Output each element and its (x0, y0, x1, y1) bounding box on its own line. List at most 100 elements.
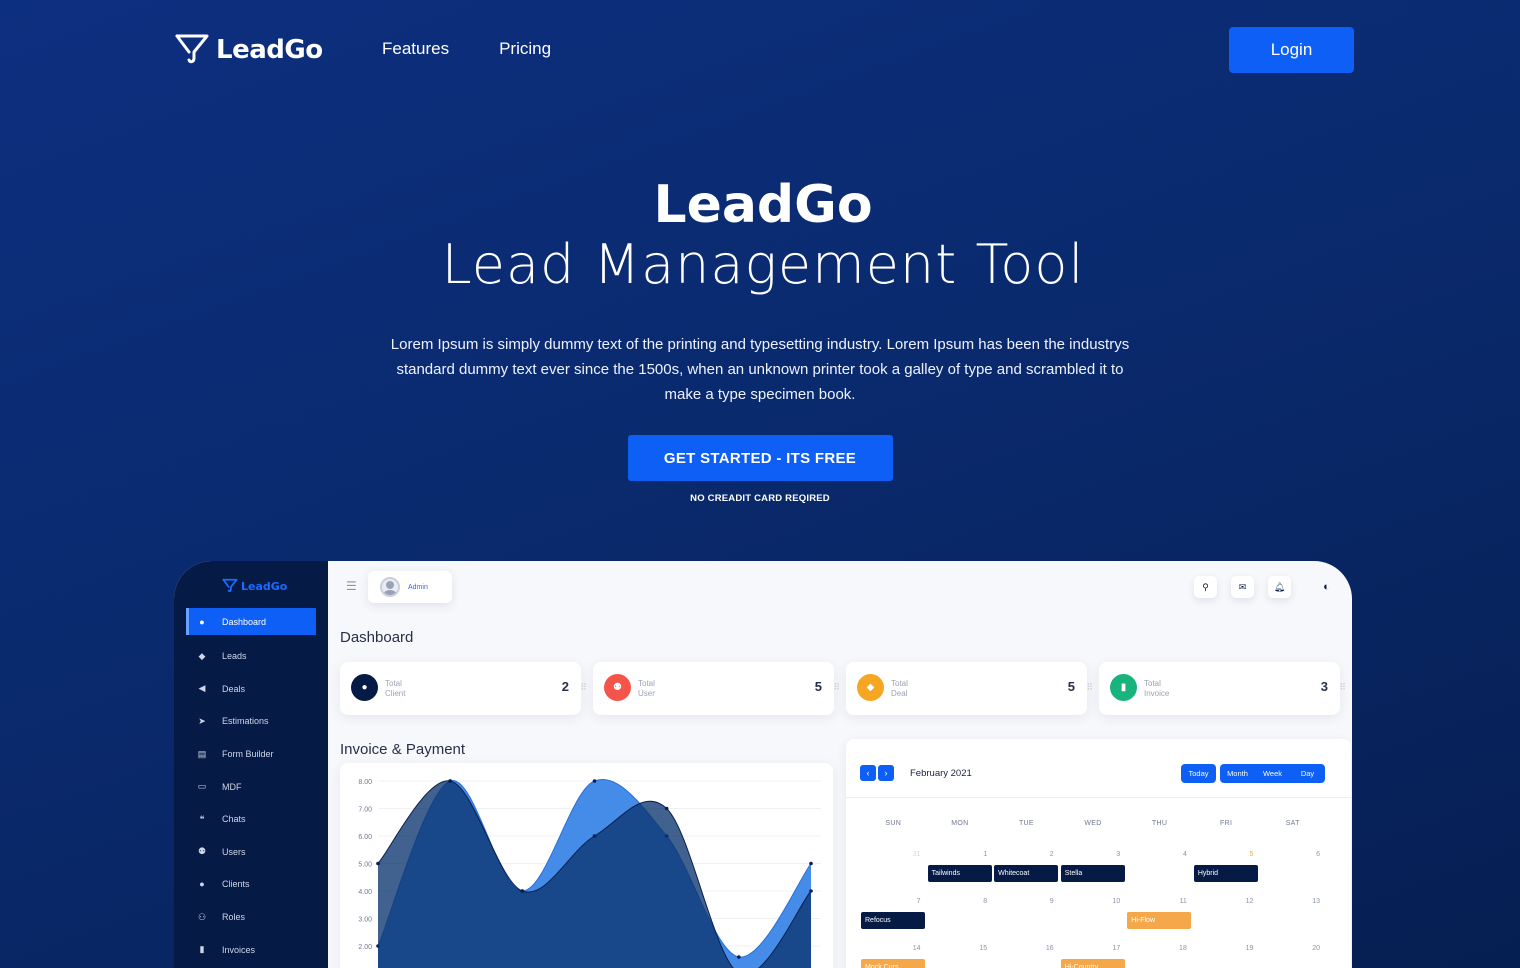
calendar-event[interactable]: Hi-Country (1060, 959, 1125, 968)
calendar-day-cell[interactable]: 9 (993, 898, 1060, 945)
sidebar-item-mdf[interactable]: ▭ MDF (186, 770, 316, 803)
calendar-day-cell[interactable]: 20 (1259, 945, 1326, 968)
calendar-day-cell[interactable]: 16 (993, 945, 1060, 968)
data-point[interactable] (592, 834, 597, 838)
data-point[interactable] (592, 779, 597, 783)
sidebar-item-invoices[interactable]: ▮ Invoices (186, 933, 316, 966)
data-point[interactable] (809, 889, 813, 893)
day-number: 20 (1312, 945, 1320, 952)
weekday-fri: FRI (1220, 820, 1233, 827)
calendar-event[interactable]: Refocus (861, 912, 925, 929)
bell-icon[interactable]: 🔔︎ (1268, 576, 1291, 598)
topbar-actions: ⚲ ✉ 🔔︎ ◐ (1194, 576, 1338, 598)
calendar-day-cell[interactable]: 14 Mock Curs (860, 945, 927, 968)
calendar-day-cell[interactable]: 1 Tailwinds (927, 851, 994, 898)
calendar-day-cell[interactable]: 7 Refocus (860, 898, 927, 945)
sidebar-item-label: Form Builder (222, 749, 274, 760)
prev-month-icon[interactable]: ‹ (860, 765, 876, 781)
calendar-day-cell[interactable]: 8 (927, 898, 994, 945)
calendar-day-cell[interactable]: 10 (1060, 898, 1127, 945)
sidebar-item-clients[interactable]: ● Clients (186, 868, 316, 901)
day-number: 12 (1245, 898, 1254, 905)
calendar-day-cell[interactable]: 6 (1259, 851, 1326, 898)
data-point[interactable] (448, 779, 452, 783)
calendar-day-cell[interactable]: 12 (1193, 898, 1260, 945)
sidebar-item-estimations[interactable]: ➤ Estimations (186, 705, 316, 738)
calendar-event[interactable]: Hi-Flow (1127, 912, 1192, 929)
next-month-icon[interactable]: › (878, 765, 894, 781)
sidebar-item-dashboard[interactable]: ● Dashboard (186, 608, 316, 635)
weekday-thu: THU (1151, 820, 1168, 827)
admin-profile[interactable]: Admin (368, 571, 452, 603)
brand-logo[interactable]: LeadGo (174, 32, 323, 68)
calendar-event[interactable]: Tailwinds (927, 865, 992, 882)
stat-card-invoice[interactable]: ▮ Total Invoice 3 ⠿ (1099, 662, 1346, 715)
sidebar-item-roles[interactable]: ⚇ Roles (186, 901, 316, 934)
data-point[interactable] (664, 806, 669, 811)
search-icon[interactable]: ⚲ (1194, 576, 1217, 598)
data-point[interactable] (737, 955, 741, 959)
weekday-sat: SAT (1285, 820, 1300, 827)
sidebar-item-leads[interactable]: ◆ Leads (186, 640, 316, 673)
stat-card-deal[interactable]: ◆ Total Deal 5 ⠿ (846, 662, 1093, 715)
nav-link-pricing[interactable]: Pricing (499, 39, 551, 59)
week-view-button[interactable]: Week (1255, 764, 1290, 783)
mail-icon[interactable]: ✉ (1231, 576, 1254, 598)
day-number: 16 (1045, 945, 1054, 952)
calendar-day-cell[interactable]: 19 (1193, 945, 1260, 968)
stat-label-line1: Total (891, 679, 908, 688)
weekday-sun: SUN (885, 820, 902, 827)
menu-icon[interactable]: ☰ (346, 579, 357, 593)
calendar-event[interactable]: Hybrid (1193, 865, 1258, 882)
day-number: 17 (1112, 945, 1121, 952)
chart-title: Invoice & Payment (340, 741, 466, 758)
roles-icon: ⚇ (197, 911, 207, 922)
hero-section: LeadGo Lead Management Tool Lorem Ipsum … (0, 175, 1520, 504)
day-number: 1 (983, 851, 988, 858)
calendar-event[interactable]: Mock Curs (861, 959, 925, 968)
month-view-button[interactable]: Month (1220, 764, 1255, 783)
stat-card-user[interactable]: ⚉ Total User 5 ⠿ (593, 662, 840, 715)
sidebar-item-form-builder[interactable]: ▤ Form Builder (186, 738, 316, 771)
calendar-day-cell[interactable]: 3 Stella (1060, 851, 1127, 898)
drag-handle-icon[interactable]: ⠿ (1339, 682, 1346, 693)
brand-name: LeadGo (216, 35, 323, 65)
calendar-day-cell[interactable]: 11 Hi-Flow (1126, 898, 1193, 945)
calendar-day-cell[interactable]: 15 (927, 945, 994, 968)
calendar-day-cell[interactable]: 18 (1126, 945, 1193, 968)
data-point[interactable] (376, 861, 380, 866)
y-tick-label: 6.00 (358, 834, 372, 841)
leads-icon: ◆ (198, 650, 206, 661)
stat-label-line2: Invoice (1144, 689, 1170, 698)
y-tick-label: 7.00 (358, 807, 372, 814)
calendar-day-cell[interactable]: 2 Whitecoat (993, 851, 1060, 898)
data-point[interactable] (520, 889, 525, 893)
today-button[interactable]: Today (1181, 764, 1216, 783)
calendar-views: Today Month Week Day (1181, 764, 1325, 783)
calendar-event[interactable]: Stella (1060, 865, 1125, 882)
drag-handle-icon[interactable]: ⠿ (833, 682, 840, 693)
login-button[interactable]: Login (1229, 27, 1354, 73)
calendar-day-cell[interactable]: 13 (1259, 898, 1326, 945)
data-point[interactable] (809, 861, 813, 866)
calendar-day-cell[interactable]: 17 Hi-Country (1060, 945, 1127, 968)
calendar-event[interactable]: Whitecoat (994, 865, 1059, 882)
get-started-button[interactable]: GET STARTED - ITS FREE (627, 435, 893, 481)
app-main: ☰ Admin ⚲ ✉ 🔔︎ ◐ Dashboard ● Total Client 2… (328, 561, 1352, 968)
sidebar-item-deals[interactable]: ◀ Deals (186, 673, 316, 706)
calendar-day-cell[interactable]: 4 (1126, 851, 1193, 898)
calendar-day-cell[interactable]: 5 Hybrid (1193, 851, 1260, 898)
stat-card-client[interactable]: ● Total Client 2 ⠿ (340, 662, 587, 715)
drag-handle-icon[interactable]: ⠿ (1086, 682, 1093, 693)
hero-subtitle: Lead Management Tool (441, 233, 1085, 296)
calendar-day-cell[interactable]: 31 (860, 851, 927, 898)
drag-handle-icon[interactable]: ⠿ (580, 682, 587, 693)
day-view-button[interactable]: Day (1290, 764, 1325, 783)
nav-link-features[interactable]: Features (382, 39, 449, 59)
globe-icon[interactable]: ◐ (1315, 576, 1338, 598)
stat-user-icon: ⚉ (604, 674, 631, 701)
sidebar-item-label: Estimations (222, 716, 269, 727)
sidebar-item-users[interactable]: ⚉ Users (186, 836, 316, 869)
sidebar-item-chats[interactable]: ❝ Chats (186, 803, 316, 836)
app-sidebar: LeadGo ● Dashboard ◆ Leads ◀ Deals ➤ Estimation… (174, 561, 328, 968)
